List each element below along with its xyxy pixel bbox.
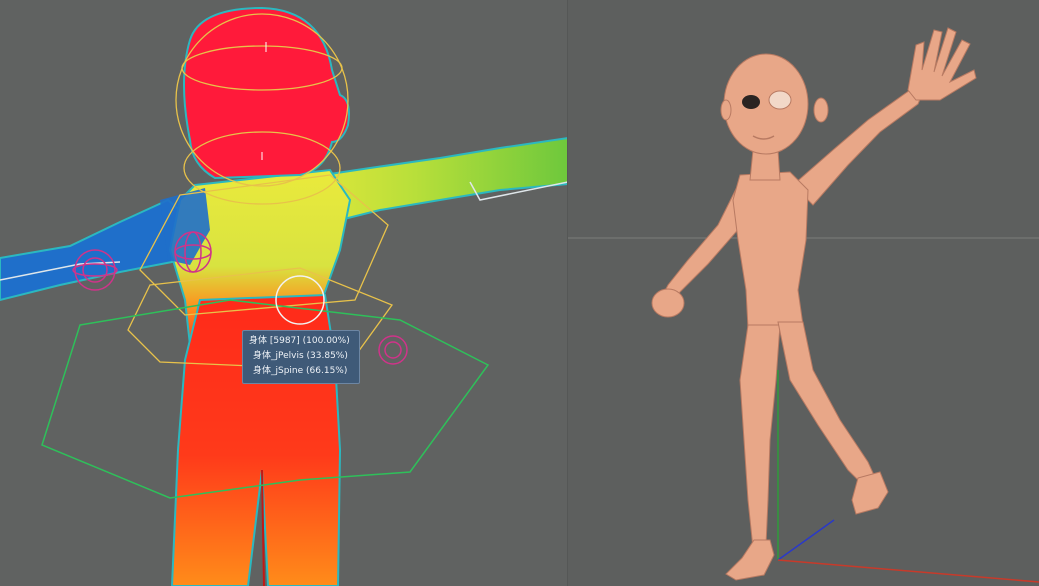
head-mesh — [183, 6, 350, 180]
weight-tooltip-entry: 身体_jPelvis (33.85%) — [253, 351, 348, 361]
character-body — [651, 27, 977, 581]
pose-canvas[interactable] — [568, 0, 1039, 586]
weight-paint-viewport[interactable]: 身体 [5987] (100.00%) 身体_jPelvis (33.85%) … — [0, 0, 568, 586]
weight-tooltip-header: 身体 [5987] (100.00%) — [249, 336, 350, 346]
pose-viewport[interactable] — [568, 0, 1039, 586]
eye-icon — [742, 95, 760, 109]
app-window: 身体 [5987] (100.00%) 身体_jPelvis (33.85%) … — [0, 0, 1039, 586]
control-ring-icon[interactable] — [378, 335, 408, 365]
weight-tooltip: 身体 [5987] (100.00%) 身体_jPelvis (33.85%) … — [242, 330, 360, 384]
weight-tooltip-entry: 身体_jSpine (66.15%) — [253, 366, 348, 376]
weight-paint-canvas[interactable] — [0, 0, 568, 586]
eye-icon — [768, 90, 792, 110]
